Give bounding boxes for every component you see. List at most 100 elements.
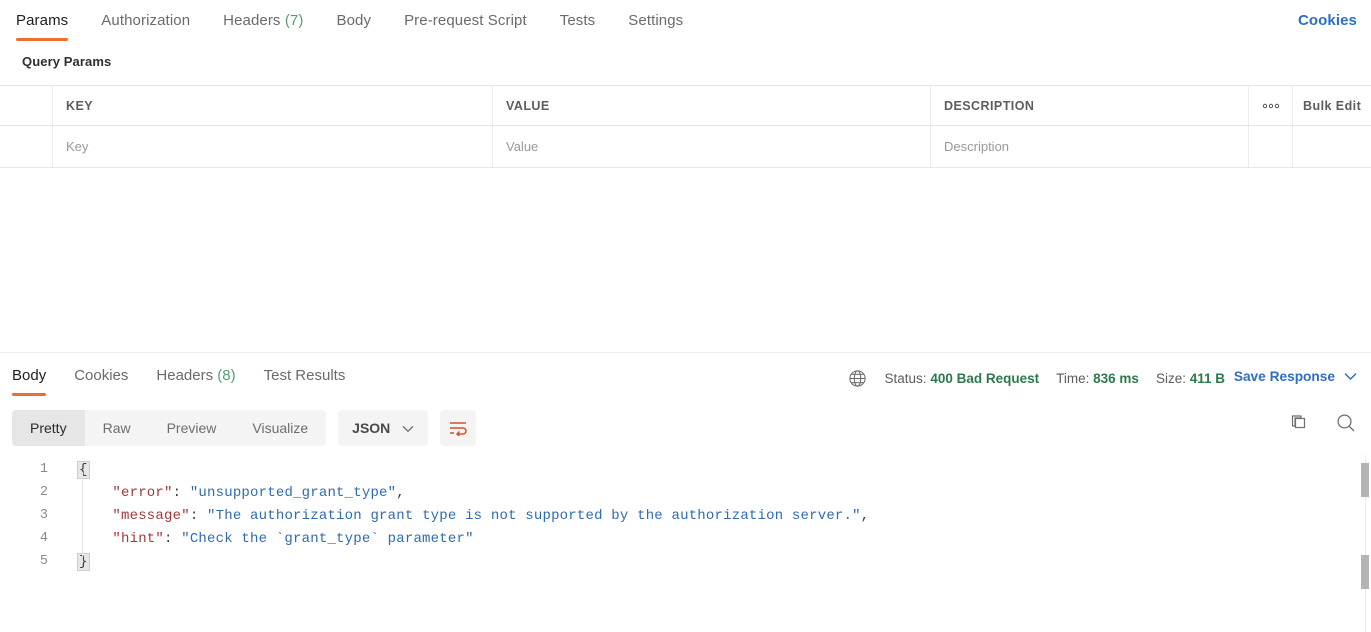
status-metric: Status: 400 Bad Request	[885, 371, 1040, 386]
save-response-button[interactable]: Save Response	[1234, 369, 1357, 384]
line-number: 5	[39, 554, 48, 569]
table-row: Key Value Description	[0, 126, 1371, 168]
tab-label: Headers	[156, 367, 214, 384]
time-value: 836 ms	[1093, 371, 1139, 386]
response-format-select[interactable]: JSON	[338, 410, 429, 446]
tab-label: Pre-request Script	[404, 12, 527, 29]
view-mode-raw[interactable]: Raw	[85, 410, 149, 446]
response-meta: Status: 400 Bad Request Time: 836 ms Siz…	[848, 369, 1225, 388]
line-number: 2	[39, 485, 48, 500]
code-token: "Check the `grant_type` parameter"	[181, 530, 474, 547]
save-response-label: Save Response	[1233, 369, 1335, 384]
line-content: {	[60, 460, 90, 479]
view-mode-preview[interactable]: Preview	[149, 410, 235, 446]
format-selected-label: JSON	[352, 420, 391, 436]
request-tab-body[interactable]: Body	[336, 10, 371, 41]
code-line: 3 "message": "The authorization grant ty…	[0, 504, 1371, 527]
chevron-down-icon	[1344, 372, 1357, 381]
tab-label: Tests	[559, 12, 596, 29]
tab-count: (8)	[217, 367, 236, 384]
tab-label: Headers	[223, 12, 281, 29]
line-content: "error": "unsupported_grant_type",	[60, 485, 405, 501]
row-spacer-cell	[1249, 126, 1293, 167]
code-token: "error"	[112, 484, 173, 501]
line-content: }	[60, 552, 90, 571]
response-view-toolbar: Pretty Raw Preview Visualize JSON	[12, 410, 477, 446]
code-token: ,	[396, 484, 405, 501]
word-wrap-icon	[450, 422, 467, 436]
param-value-input[interactable]: Value	[493, 126, 931, 167]
line-number: 4	[39, 531, 48, 546]
search-icon[interactable]	[1335, 412, 1357, 434]
request-tab-authorization[interactable]: Authorization	[101, 10, 190, 41]
response-scrollbar[interactable]	[1361, 455, 1370, 632]
response-tab-body[interactable]: Body	[12, 361, 47, 396]
select-all-checkbox-cell[interactable]	[0, 86, 53, 125]
line-content: "message": "The authorization grant type…	[60, 508, 869, 524]
word-wrap-toggle[interactable]	[440, 410, 477, 446]
query-params-title: Query Params	[22, 54, 112, 69]
request-tab-headers[interactable]: Headers (7)	[223, 10, 303, 41]
size-value: 411 B	[1189, 371, 1225, 386]
bulk-edit-button[interactable]: Bulk Edit	[1293, 86, 1371, 125]
code-token: "unsupported_grant_type"	[189, 484, 397, 501]
code-line: 4 "hint": "Check the `grant_type` parame…	[0, 527, 1371, 550]
code-token: :	[164, 530, 182, 547]
time-metric: Time: 836 ms	[1056, 371, 1139, 386]
status-value: 400 Bad Request	[930, 371, 1040, 386]
code-token: }	[77, 552, 90, 571]
response-tab-cookies[interactable]: Cookies	[74, 361, 128, 396]
query-params-table: KEY VALUE DESCRIPTION Bulk Edit Key Valu…	[0, 85, 1371, 168]
pane-divider[interactable]	[0, 352, 1371, 353]
copy-icon[interactable]	[1289, 413, 1309, 433]
column-header-key: KEY	[53, 86, 493, 125]
code-token: {	[77, 460, 90, 479]
scrollbar-thumb-upper[interactable]	[1361, 463, 1369, 497]
code-token: "message"	[112, 507, 190, 524]
request-tab-pre-request-script[interactable]: Pre-request Script	[404, 10, 527, 41]
tab-count: (7)	[284, 12, 304, 29]
response-actions	[1289, 412, 1357, 434]
view-mode-group: Pretty Raw Preview Visualize	[12, 410, 327, 446]
line-number: 1	[39, 462, 48, 477]
size-label: Size:	[1155, 371, 1186, 386]
row-spacer-cell-2	[1293, 126, 1371, 167]
view-mode-visualize[interactable]: Visualize	[234, 410, 326, 446]
tab-label: Body	[12, 367, 47, 384]
globe-icon	[848, 369, 867, 388]
size-metric: Size: 411 B	[1156, 371, 1225, 386]
ellipsis-icon	[1262, 103, 1279, 108]
request-tab-tests[interactable]: Tests	[560, 10, 596, 41]
code-token: :	[189, 507, 208, 524]
code-token: ,	[860, 507, 870, 524]
tab-label: Settings	[628, 12, 684, 29]
tab-label: Cookies	[74, 367, 129, 384]
cookies-link[interactable]: Cookies	[1298, 12, 1357, 29]
scrollbar-thumb-lower[interactable]	[1361, 555, 1369, 589]
tab-label: Params	[16, 12, 69, 29]
column-header-value: VALUE	[493, 86, 931, 125]
request-tab-params[interactable]: Params	[16, 10, 69, 41]
response-body-viewer[interactable]: 1{2 "error": "unsupported_grant_type", 3 …	[0, 458, 1371, 632]
chevron-down-icon	[402, 420, 414, 436]
response-tab-test-results[interactable]: Test Results	[264, 361, 346, 396]
code-token: :	[172, 484, 190, 501]
table-header-row: KEY VALUE DESCRIPTION Bulk Edit	[0, 85, 1371, 126]
response-tab-headers[interactable]: Headers (8)	[156, 361, 235, 396]
time-label: Time:	[1056, 371, 1090, 386]
row-checkbox-cell[interactable]	[0, 126, 53, 167]
param-key-input[interactable]: Key	[53, 126, 493, 167]
code-line: 5}	[0, 550, 1371, 573]
tab-label: Authorization	[101, 12, 191, 29]
param-description-input[interactable]: Description	[931, 126, 1249, 167]
view-mode-pretty[interactable]: Pretty	[12, 410, 85, 446]
indent-guide	[82, 472, 83, 560]
code-token: "hint"	[112, 530, 165, 547]
more-options-icon[interactable]	[1249, 86, 1293, 125]
column-header-description: DESCRIPTION	[931, 86, 1249, 125]
tab-label: Body	[336, 12, 372, 29]
request-tab-settings[interactable]: Settings	[628, 10, 683, 41]
